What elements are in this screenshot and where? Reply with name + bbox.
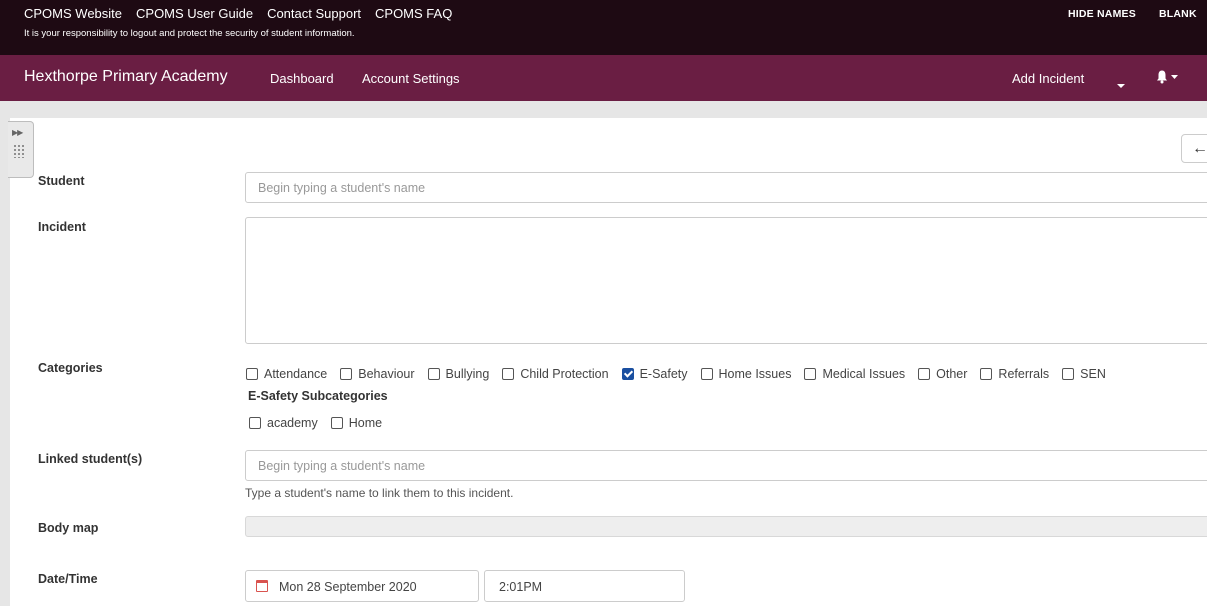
top-links: CPOMS Website CPOMS User Guide Contact S… [24,6,452,21]
category-other[interactable]: Other [918,367,967,381]
sidebar-toggle[interactable]: ▶▶ [8,121,34,178]
school-brand[interactable]: Hexthorpe Primary Academy [24,68,228,86]
category-attendance[interactable]: Attendance [246,367,327,381]
content-header-strip [0,101,1207,118]
body-map-bar[interactable] [245,516,1207,537]
date-value: Mon 28 September 2020 [279,580,417,594]
nav-account-settings[interactable]: Account Settings [362,71,460,86]
incident-textarea[interactable] [245,217,1207,344]
checkbox[interactable] [330,417,343,429]
category-behaviour[interactable]: Behaviour [340,367,415,381]
cpoms-website-link[interactable]: CPOMS Website [24,6,122,21]
checkbox[interactable] [980,368,993,380]
contact-support-link[interactable]: Contact Support [267,6,361,21]
chevron-down-icon [1117,84,1125,88]
linked-students-input[interactable] [245,450,1207,481]
blank-button[interactable]: BLANK [1159,8,1197,20]
nav-add-incident[interactable]: Add Incident [1012,71,1084,86]
double-chevron-right-icon: ▶▶ [12,128,23,137]
nav-dashboard[interactable]: Dashboard [270,71,334,86]
subcategory-academy[interactable]: academy [249,416,318,430]
category-medical-issues[interactable]: Medical Issues [804,367,905,381]
checkbox[interactable] [502,368,515,380]
checkbox[interactable] [246,368,258,380]
e-safety-subcategories-heading: E-Safety Subcategories [248,389,388,403]
category-sen[interactable]: SEN [1062,367,1106,381]
notifications-dropdown[interactable] [1156,69,1180,88]
checkbox[interactable] [340,368,353,380]
back-button[interactable]: ← [1181,134,1207,163]
student-label: Student [38,174,85,188]
incident-label: Incident [38,220,86,234]
cpoms-user-guide-link[interactable]: CPOMS User Guide [136,6,253,21]
linked-students-help: Type a student's name to link them to th… [245,486,514,500]
categories-label: Categories [38,361,103,375]
category-referrals[interactable]: Referrals [980,367,1049,381]
checkbox[interactable] [1062,368,1075,380]
hide-names-button[interactable]: HIDE NAMES [1068,8,1136,20]
checkbox[interactable] [804,368,817,380]
subcategory-home[interactable]: Home [330,416,382,430]
checkbox[interactable] [700,368,713,380]
subcategory-checkbox-list: academy Home [249,416,395,430]
calendar-icon [256,580,268,592]
add-incident-dropdown[interactable] [1117,76,1125,91]
body-map-label: Body map [38,521,99,535]
student-input[interactable] [245,172,1207,203]
category-home-issues[interactable]: Home Issues [700,367,791,381]
security-notice: It is your responsibility to logout and … [24,28,355,39]
category-child-protection[interactable]: Child Protection [502,367,609,381]
top-info-bar: CPOMS Website CPOMS User Guide Contact S… [0,0,1207,55]
date-picker[interactable]: Mon 28 September 2020 [245,570,479,602]
date-time-label: Date/Time [38,572,98,586]
category-e-safety[interactable]: E-Safety [621,367,688,381]
cpoms-faq-link[interactable]: CPOMS FAQ [375,6,452,21]
checkbox[interactable] [427,368,440,380]
category-checkbox-list: Attendance Behaviour Bullying Child Prot… [246,367,1119,381]
arrow-left-icon: ← [1192,140,1207,157]
left-rail [0,118,10,606]
checkbox[interactable] [249,417,261,429]
time-input[interactable]: 2:01PM [484,570,685,602]
linked-students-label: Linked student(s) [38,452,143,466]
time-value: 2:01PM [499,580,543,594]
main-navbar: Hexthorpe Primary Academy Dashboard Acco… [0,55,1207,101]
category-bullying[interactable]: Bullying [427,367,489,381]
bell-icon [1157,70,1178,84]
checkbox[interactable] [918,368,931,380]
checkbox-checked[interactable] [621,368,634,380]
grip-dots-icon [13,144,25,158]
